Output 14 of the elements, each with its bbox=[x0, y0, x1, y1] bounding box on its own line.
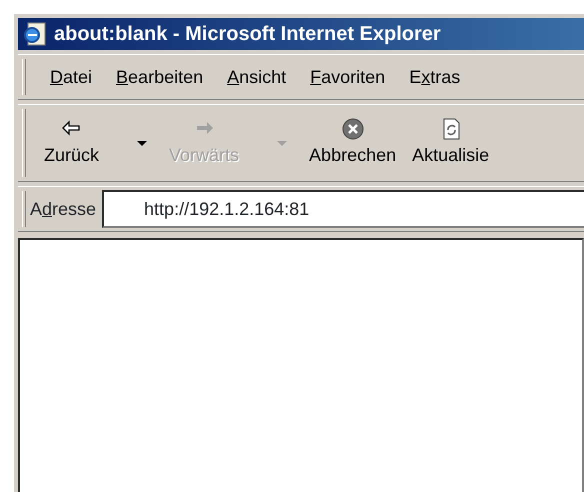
menu-item[interactable]: Extras bbox=[395, 64, 470, 90]
menu-item[interactable]: Bearbeiten bbox=[102, 64, 214, 90]
refresh-button[interactable]: Aktualisie bbox=[404, 114, 498, 172]
browser-page-icon bbox=[22, 21, 48, 47]
back-button[interactable]: Zurück bbox=[36, 114, 108, 172]
menu-item[interactable]: Favoriten bbox=[296, 64, 396, 90]
address-field[interactable]: http://192.1.2.164:81 bbox=[102, 190, 584, 228]
stop-button[interactable]: Abbrechen bbox=[301, 114, 404, 172]
stop-icon bbox=[340, 118, 366, 142]
menu-item[interactable]: Ansicht bbox=[213, 64, 296, 90]
menu-item[interactable]: Datei bbox=[36, 64, 102, 90]
address-label: Adresse bbox=[30, 198, 98, 220]
dropdown-caret-icon[interactable] bbox=[137, 140, 148, 146]
window-title: about:blank - Microsoft Internet Explorer bbox=[54, 22, 441, 47]
